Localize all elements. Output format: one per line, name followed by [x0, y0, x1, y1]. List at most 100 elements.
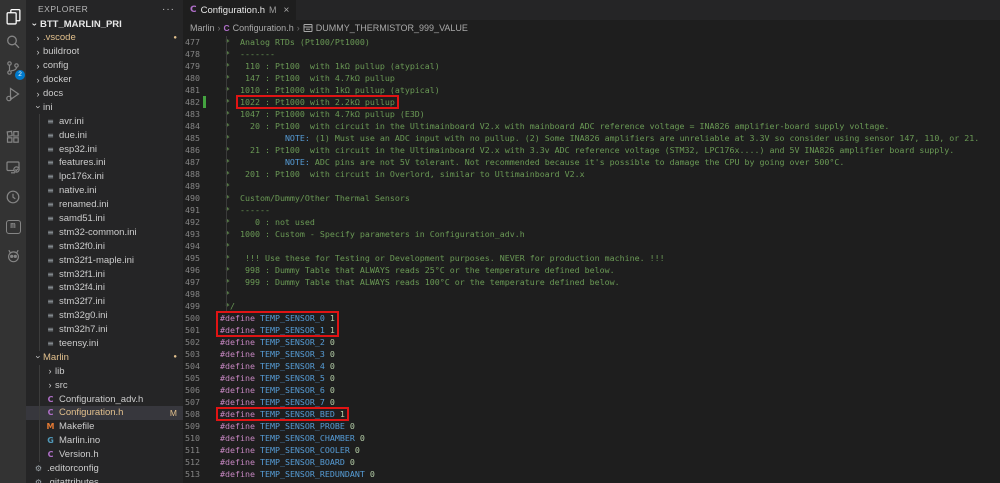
tree-item-label: Version.h [59, 449, 99, 460]
tree-item-renamed-ini[interactable]: ≡renamed.ini [26, 198, 183, 212]
tree-item-marlin-ino[interactable]: GMarlin.ino [26, 434, 183, 448]
code-line-482[interactable]: 482 * 1022 : Pt1000 with 2.2kΩ pullup [183, 96, 1000, 108]
code-line-505[interactable]: 505#define TEMP_SENSOR_5 0 [183, 372, 1000, 384]
tree-item-stm32f1-ini[interactable]: ≡stm32f1.ini [26, 267, 183, 281]
source-control-icon[interactable]: 2 [0, 58, 26, 78]
tree-item-version-h[interactable]: CVersion.h [26, 448, 183, 462]
code-line-496[interactable]: 496 * 998 : Dummy Table that ALWAYS read… [183, 264, 1000, 276]
code-line-481[interactable]: 481 * 1010 : Pt1000 with 1kΩ pullup (aty… [183, 84, 1000, 96]
code-line-512[interactable]: 512#define TEMP_SENSOR_BOARD 0 [183, 456, 1000, 468]
tree-item-docker[interactable]: ›docker [26, 73, 183, 87]
code-line-478[interactable]: 478 * ------- [183, 48, 1000, 60]
explorer-more-actions-icon[interactable]: ··· [162, 4, 175, 15]
test-clock-icon[interactable] [0, 187, 26, 207]
tree-item-stm32h7-ini[interactable]: ≡stm32h7.ini [26, 323, 183, 337]
code-line-501[interactable]: 501#define TEMP_SENSOR_1 1 [183, 324, 1000, 336]
close-icon[interactable]: × [284, 5, 290, 16]
code-line-497[interactable]: 497 * 999 : Dummy Table that ALWAYS read… [183, 276, 1000, 288]
tree-item-samd51-ini[interactable]: ≡samd51.ini [26, 212, 183, 226]
code-line-498[interactable]: 498 * [183, 288, 1000, 300]
tree-item-features-ini[interactable]: ≡features.ini [26, 156, 183, 170]
search-icon[interactable] [0, 32, 26, 52]
tree-item-marlin[interactable]: ›Marlin● [26, 350, 183, 364]
code-line-510[interactable]: 510#define TEMP_SENSOR_CHAMBER 0 [183, 432, 1000, 444]
tree-item-lib[interactable]: ›lib [26, 364, 183, 378]
code-line-491[interactable]: 491 * ------ [183, 204, 1000, 216]
code-line-511[interactable]: 511#define TEMP_SENSOR_COOLER 0 [183, 444, 1000, 456]
code-line-483[interactable]: 483 * 1047 : Pt1000 with 4.7kΩ pullup (E… [183, 108, 1000, 120]
tree-item--gitattributes[interactable]: ⚙.gitattributes [26, 476, 183, 483]
gutter [203, 204, 206, 216]
code-line-494[interactable]: 494 * [183, 240, 1000, 252]
code-line-500[interactable]: 500#define TEMP_SENSOR_0 1 [183, 312, 1000, 324]
code-line-480[interactable]: 480 * 147 : Pt100 with 4.7kΩ pullup [183, 72, 1000, 84]
line-number: 483 [183, 108, 200, 120]
code-line-479[interactable]: 479 * 110 : Pt100 with 1kΩ pullup (atypi… [183, 60, 1000, 72]
ini-file-icon: ≡ [45, 283, 56, 292]
code-line-492[interactable]: 492 * 0 : not used [183, 216, 1000, 228]
code-line-477[interactable]: 477 * Analog RTDs (Pt100/Pt1000) [183, 36, 1000, 48]
tree-item-configuration-adv-h[interactable]: CConfiguration_adv.h [26, 392, 183, 406]
code-line-507[interactable]: 507#define TEMP_SENSOR_7 0 [183, 396, 1000, 408]
line-number: 497 [183, 276, 200, 288]
makefile-tools-icon[interactable]: m [0, 217, 26, 237]
tree-item-configuration-h[interactable]: CConfiguration.hM [26, 406, 183, 420]
code-line-485[interactable]: 485 * NOTE: (1) Must use an ADC input wi… [183, 132, 1000, 144]
tab-configuration-h[interactable]: C Configuration.h M × [183, 0, 297, 20]
gutter [203, 336, 206, 348]
tree-item-avr-ini[interactable]: ≡avr.ini [26, 114, 183, 128]
run-debug-icon[interactable] [0, 84, 26, 104]
extensions-icon[interactable] [0, 127, 26, 147]
line-number: 506 [183, 384, 200, 396]
tree-item-lpc176x-ini[interactable]: ≡lpc176x.ini [26, 170, 183, 184]
code-line-495[interactable]: 495 * !!! Use these for Testing or Devel… [183, 252, 1000, 264]
code-line-513[interactable]: 513#define TEMP_SENSOR_REDUNDANT 0 [183, 468, 1000, 480]
explorer-icon[interactable] [0, 6, 26, 26]
tree-item-stm32-common-ini[interactable]: ≡stm32-common.ini [26, 225, 183, 239]
tree-item-stm32f4-ini[interactable]: ≡stm32f4.ini [26, 281, 183, 295]
breadcrumb-folder[interactable]: Marlin [190, 23, 215, 33]
platformio-icon[interactable] [0, 245, 26, 265]
tree-item-docs[interactable]: ›docs [26, 87, 183, 101]
tree-item-esp32-ini[interactable]: ≡esp32.ini [26, 142, 183, 156]
code-line-503[interactable]: 503#define TEMP_SENSOR_3 0 [183, 348, 1000, 360]
code-line-486[interactable]: 486 * 21 : Pt100 with circuit in the Ult… [183, 144, 1000, 156]
line-number: 508 [183, 408, 200, 420]
tree-item--editorconfig[interactable]: ⚙.editorconfig [26, 462, 183, 476]
code-line-484[interactable]: 484 * 20 : Pt100 with circuit in the Ult… [183, 120, 1000, 132]
code-line-509[interactable]: 509#define TEMP_SENSOR_PROBE 0 [183, 420, 1000, 432]
tree-item-stm32f0-ini[interactable]: ≡stm32f0.ini [26, 239, 183, 253]
code-line-493[interactable]: 493 * 1000 : Custom - Specify parameters… [183, 228, 1000, 240]
tree-item-native-ini[interactable]: ≡native.ini [26, 184, 183, 198]
tree-item-stm32g0-ini[interactable]: ≡stm32g0.ini [26, 309, 183, 323]
code-line-499[interactable]: 499 */ [183, 300, 1000, 312]
code-line-504[interactable]: 504#define TEMP_SENSOR_4 0 [183, 360, 1000, 372]
tree-item-src[interactable]: ›src [26, 378, 183, 392]
tree-item-stm32f1-maple-ini[interactable]: ≡stm32f1-maple.ini [26, 253, 183, 267]
tree-item-label: renamed.ini [59, 199, 109, 210]
ini-file-icon: ≡ [45, 242, 56, 251]
code-editor[interactable]: 477 * Analog RTDs (Pt100/Pt1000)478 * --… [183, 36, 1000, 483]
tree-item-makefile[interactable]: MMakefile [26, 420, 183, 434]
remote-explorer-icon[interactable] [0, 157, 26, 177]
tree-item-config[interactable]: ›config [26, 59, 183, 73]
code-line-487[interactable]: 487 * NOTE: ADC pins are not 5V tolerant… [183, 156, 1000, 168]
tree-item-stm32f7-ini[interactable]: ≡stm32f7.ini [26, 295, 183, 309]
code-line-488[interactable]: 488 * 201 : Pt100 with circuit in Overlo… [183, 168, 1000, 180]
tree-item-due-ini[interactable]: ≡due.ini [26, 128, 183, 142]
code-line-506[interactable]: 506#define TEMP_SENSOR_6 0 [183, 384, 1000, 396]
breadcrumb-symbol[interactable]: DUMMY_THERMISTOR_999_VALUE [316, 23, 468, 33]
code-line-508[interactable]: 508#define TEMP_SENSOR_BED 1 [183, 408, 1000, 420]
tree-item-buildroot[interactable]: ›buildroot [26, 45, 183, 59]
tree-item-teensy-ini[interactable]: ≡teensy.ini [26, 337, 183, 351]
chevron-right-icon: › [49, 366, 52, 376]
code-line-489[interactable]: 489 * [183, 180, 1000, 192]
code-line-502[interactable]: 502#define TEMP_SENSOR_2 0 [183, 336, 1000, 348]
tree-item--vscode[interactable]: ›.vscode● [26, 31, 183, 45]
tree-item-ini[interactable]: ›ini [26, 100, 183, 114]
workspace-root-header[interactable]: › BTT_MARLIN_PRI [26, 18, 183, 31]
breadcrumb-file[interactable]: Configuration.h [233, 23, 294, 33]
tree-item-label: .vscode [43, 32, 76, 43]
tree-item-label: lpc176x.ini [59, 171, 104, 182]
code-line-490[interactable]: 490 * Custom/Dummy/Other Thermal Sensors [183, 192, 1000, 204]
